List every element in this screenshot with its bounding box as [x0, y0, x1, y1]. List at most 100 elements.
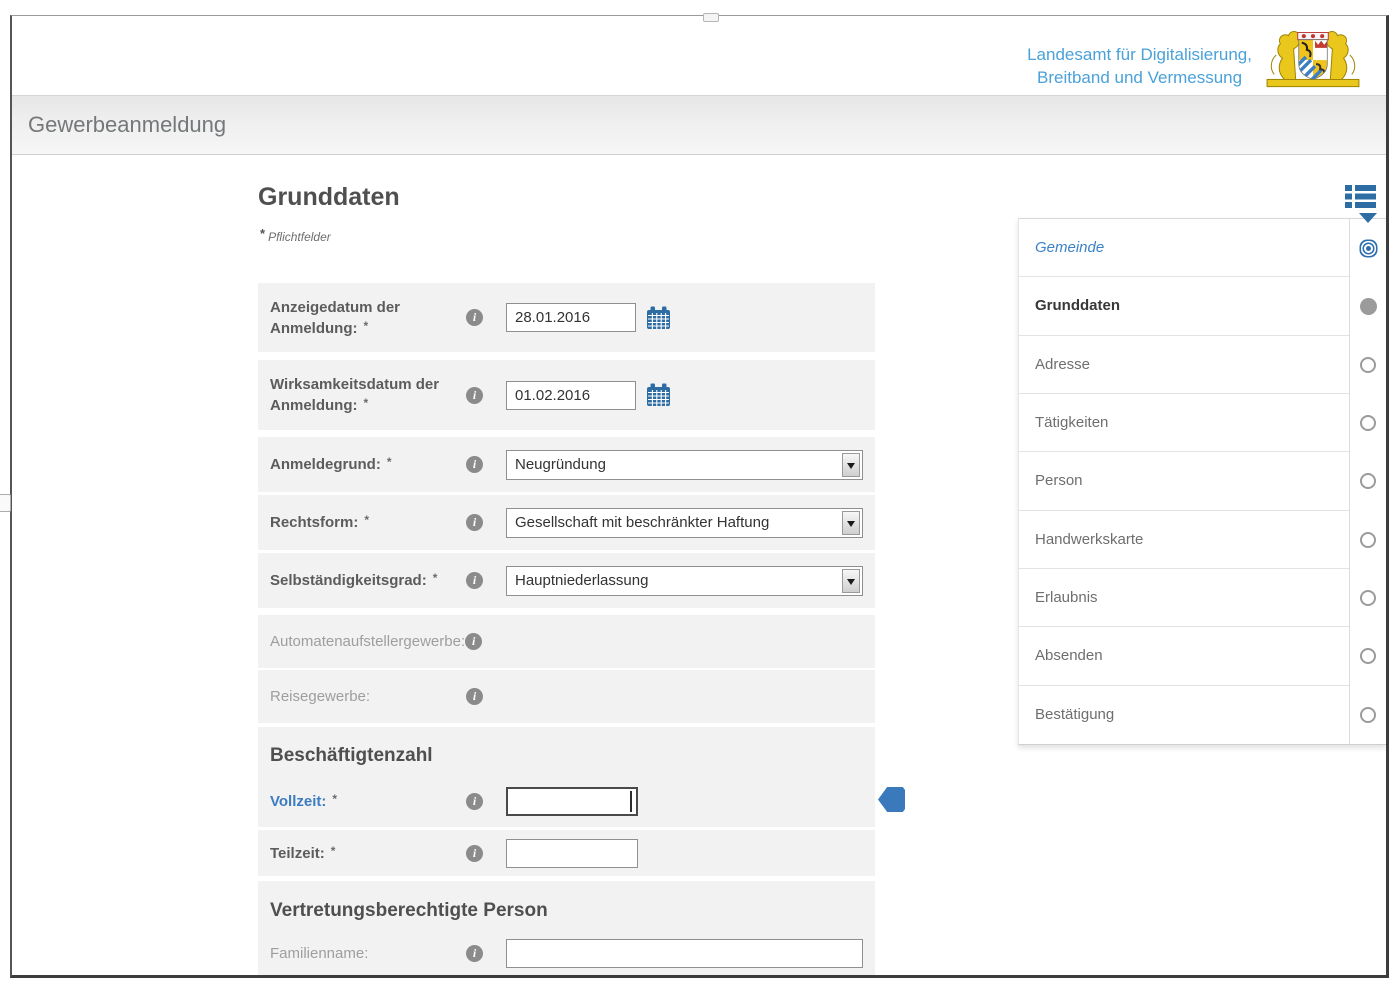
browser-viewport: Landesamt für Digitalisierung, Breitband… [10, 15, 1389, 978]
step-todo-icon [1349, 394, 1386, 452]
form-rows: Anzeigedatum der Anmeldung:* Wirksamkeit… [258, 283, 875, 976]
org-name-line2: Breitband und Vermessung [1027, 66, 1252, 89]
steps-list-icon[interactable] [1345, 184, 1376, 209]
sidebar-item-label: Adresse [1019, 336, 1349, 394]
required-star: * [387, 455, 392, 469]
info-icon[interactable] [466, 456, 483, 473]
anzeigedatum-input[interactable] [506, 303, 636, 332]
sidebar-item-label: Gemeinde [1019, 219, 1349, 277]
info-icon[interactable] [466, 514, 483, 531]
required-star: * [332, 792, 337, 806]
app-title-bar: Gewerbeanmeldung [12, 95, 1386, 155]
bavaria-coat-of-arms-logo [1262, 21, 1364, 91]
selbstaendigkeitsgrad-select-value: Hauptniederlassung [515, 572, 648, 589]
form-heading: Grunddaten [258, 183, 400, 212]
sidebar-item-gemeinde[interactable]: Gemeinde [1019, 219, 1386, 277]
step-current-icon [1349, 277, 1386, 335]
field-label-anzeigedatum: Anzeigedatum der Anmeldung:* [270, 297, 466, 339]
section-heading-vertretungsberechtigte-person: Vertretungsberechtigte Person [258, 881, 875, 930]
familienname-input[interactable] [506, 939, 863, 968]
sidebar-item-erlaubnis[interactable]: Erlaubnis [1019, 569, 1386, 627]
field-label-wirksamkeitsdatum: Wirksamkeitsdatum der Anmeldung:* [270, 374, 466, 416]
text-cursor [630, 791, 632, 812]
form-row-anzeigedatum: Anzeigedatum der Anmeldung:* [258, 283, 875, 352]
sidebar-item-label: Tätigkeiten [1019, 394, 1349, 452]
calendar-icon[interactable] [646, 383, 671, 407]
page-title: Gewerbeanmeldung [28, 112, 226, 138]
info-icon[interactable] [466, 945, 483, 962]
required-star: * [331, 844, 336, 858]
sidebar-item-label: Erlaubnis [1019, 569, 1349, 627]
step-todo-icon [1349, 569, 1386, 627]
sidebar-item-label: Absenden [1019, 627, 1349, 685]
info-icon[interactable] [466, 793, 483, 810]
dropdown-arrow-icon[interactable] [842, 511, 860, 535]
org-name-line1: Landesamt für Digitalisierung, [1027, 43, 1252, 66]
field-label-vollzeit: Vollzeit:* [270, 791, 466, 812]
step-done-icon [1349, 219, 1386, 277]
required-star: * [260, 226, 265, 241]
step-todo-icon [1349, 686, 1386, 744]
form-row-wirksamkeitsdatum: Wirksamkeitsdatum der Anmeldung:* [258, 360, 875, 430]
anmeldegrund-select[interactable]: Neugründung [506, 450, 863, 480]
form-row-selbstaendigkeitsgrad: Selbständigkeitsgrad:* Hauptniederlassun… [258, 553, 875, 608]
field-label-rechtsform: Rechtsform:* [270, 512, 466, 533]
required-fields-note: *Pflichtfelder [260, 226, 331, 244]
step-todo-icon [1349, 511, 1386, 569]
info-icon[interactable] [466, 387, 483, 404]
sidebar-item-grunddaten[interactable]: Grunddaten [1019, 277, 1386, 335]
step-todo-icon [1349, 336, 1386, 394]
form-row-anmeldegrund: Anmeldegrund:* Neugründung [258, 437, 875, 492]
frame-handle-left [0, 494, 11, 512]
frame-handle-top [703, 13, 719, 22]
sidebar-item-label: Grunddaten [1019, 277, 1349, 335]
sidebar-item-label: Bestätigung [1019, 686, 1349, 744]
sidebar-item-bestaetigung[interactable]: Bestätigung [1019, 686, 1386, 744]
field-label-teilzeit: Teilzeit:* [270, 843, 466, 864]
teilzeit-input[interactable] [506, 839, 638, 868]
field-label-anmeldegrund: Anmeldegrund:* [270, 454, 466, 475]
sidebar-item-absenden[interactable]: Absenden [1019, 627, 1386, 685]
info-icon[interactable] [466, 688, 483, 705]
field-label-selbstaendigkeitsgrad: Selbständigkeitsgrad:* [270, 570, 466, 591]
info-icon[interactable] [466, 572, 483, 589]
section-heading-beschaeftigtenzahl: Beschäftigtenzahl [258, 727, 875, 775]
required-star: * [364, 513, 369, 527]
vollzeit-input[interactable] [506, 787, 638, 816]
focused-field-marker [878, 787, 905, 812]
current-step-pointer-icon [1359, 213, 1377, 223]
calendar-icon[interactable] [646, 306, 671, 330]
step-todo-icon [1349, 452, 1386, 510]
form-row-vollzeit: Vollzeit:* [258, 775, 875, 827]
sidebar-item-label: Handwerkskarte [1019, 511, 1349, 569]
sidebar-item-handwerkskarte[interactable]: Handwerkskarte [1019, 511, 1386, 569]
sidebar-item-label: Person [1019, 452, 1349, 510]
field-label-reisegewerbe: Reisegewerbe: [270, 686, 466, 707]
selbstaendigkeitsgrad-select[interactable]: Hauptniederlassung [506, 566, 863, 596]
dropdown-arrow-icon[interactable] [842, 569, 860, 593]
info-icon[interactable] [466, 845, 483, 862]
info-icon[interactable] [465, 633, 482, 650]
dropdown-arrow-icon[interactable] [842, 453, 860, 477]
required-star: * [364, 319, 369, 333]
field-label-automatenaufstellergewerbe: Automatenaufstellergewerbe: [270, 631, 465, 652]
form-row-automatenaufstellergewerbe: Automatenaufstellergewerbe: [258, 615, 875, 668]
info-icon[interactable] [466, 309, 483, 326]
sidebar-item-taetigkeiten[interactable]: Tätigkeiten [1019, 394, 1386, 452]
anmeldegrund-select-value: Neugründung [515, 456, 606, 473]
required-star: * [364, 396, 369, 410]
field-label-familienname: Familienname: [270, 943, 466, 964]
form-row-reisegewerbe: Reisegewerbe: [258, 670, 875, 723]
organization-name: Landesamt für Digitalisierung, Breitband… [1027, 43, 1252, 89]
rechtsform-select-value: Gesellschaft mit beschränkter Haftung [515, 514, 769, 531]
required-star: * [433, 571, 438, 585]
rechtsform-select[interactable]: Gesellschaft mit beschränkter Haftung [506, 508, 863, 538]
wirksamkeitsdatum-input[interactable] [506, 381, 636, 410]
sidebar-item-adresse[interactable]: Adresse [1019, 336, 1386, 394]
step-todo-icon [1349, 627, 1386, 685]
step-navigation: Gemeinde Grunddaten Adresse Tätigkeiten … [1018, 218, 1386, 745]
sidebar-item-person[interactable]: Person [1019, 452, 1386, 510]
form-row-familienname: Familienname: [258, 930, 875, 976]
form-row-rechtsform: Rechtsform:* Gesellschaft mit beschränkt… [258, 495, 875, 550]
form-row-teilzeit: Teilzeit:* [258, 830, 875, 876]
